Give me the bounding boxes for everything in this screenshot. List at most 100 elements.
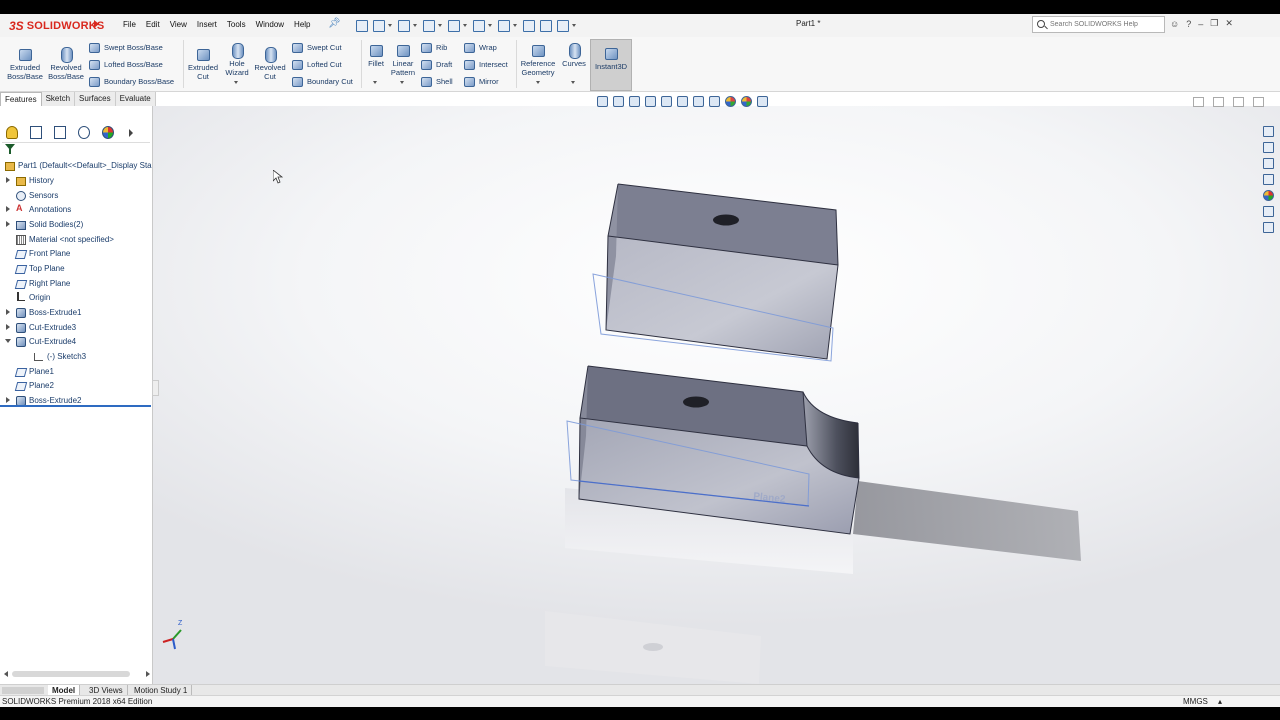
mirror-button[interactable]: Mirror [463, 75, 499, 87]
zoom-to-area-icon[interactable] [612, 95, 624, 107]
view-orientation-icon[interactable] [676, 95, 688, 107]
reference-geometry-button[interactable]: Reference Geometry [518, 41, 558, 77]
expand-arrow-icon[interactable] [4, 205, 12, 213]
extruded-cut-button[interactable]: Extruded Cut [184, 45, 222, 81]
forum-icon[interactable] [1262, 221, 1275, 234]
appearances-scenes-icon[interactable] [1262, 189, 1275, 202]
boundary-cut-button[interactable]: Boundary Cut [291, 75, 353, 87]
hole-wizard-button[interactable]: Hole Wizard [222, 41, 252, 77]
display-manager-icon[interactable] [98, 124, 116, 140]
revolved-boss-button[interactable]: Revolved Boss/Base [46, 45, 86, 81]
doc-minimize-icon[interactable] [1233, 97, 1244, 107]
custom-properties-icon[interactable] [1262, 205, 1275, 218]
tree-item-sketch3[interactable]: (-) Sketch3 [22, 349, 86, 363]
new-dropdown-icon[interactable] [388, 18, 393, 32]
undo-dropdown-icon[interactable] [488, 18, 493, 32]
file-explorer-icon[interactable] [1262, 157, 1275, 170]
print-dropdown-icon[interactable] [463, 18, 468, 32]
menu-window[interactable]: Window [251, 19, 289, 31]
tree-item-boss-extrude1[interactable]: Boss-Extrude1 [4, 305, 81, 319]
tree-item-material[interactable]: Material <not specified> [4, 232, 114, 246]
view-settings-icon[interactable] [756, 95, 768, 107]
tree-item-solid-bodies[interactable]: Solid Bodies(2) [4, 217, 83, 231]
tree-item-top-plane[interactable]: Top Plane [4, 261, 65, 275]
hole-wizard-dropdown-icon[interactable] [234, 81, 238, 84]
view-palette-icon[interactable] [1262, 173, 1275, 186]
curves-dropdown-icon[interactable] [571, 81, 575, 84]
linear-pattern-dropdown-icon[interactable] [400, 81, 404, 84]
dynamic-annotation-icon[interactable] [660, 95, 672, 107]
previous-view-icon[interactable] [628, 95, 640, 107]
doc-tile-icon[interactable] [1193, 97, 1204, 107]
boundary-boss-button[interactable]: Boundary Boss/Base [88, 75, 174, 87]
open-dropdown-icon[interactable] [413, 18, 418, 32]
help-icon[interactable]: ? [1186, 19, 1191, 29]
tree-item-plane2[interactable]: Plane2 [4, 378, 54, 392]
menu-insert[interactable]: Insert [192, 19, 222, 31]
fillet-button[interactable]: Fillet [363, 41, 389, 69]
select-dropdown-icon[interactable] [513, 18, 518, 32]
dimxpert-manager-icon[interactable] [74, 124, 92, 140]
reference-geometry-dropdown-icon[interactable] [536, 81, 540, 84]
open-icon[interactable] [396, 18, 410, 32]
display-style-icon[interactable] [692, 95, 704, 107]
select-icon[interactable] [496, 18, 510, 32]
property-manager-icon[interactable] [26, 124, 44, 140]
tree-item-history[interactable]: History [4, 173, 54, 187]
save-dropdown-icon[interactable] [438, 18, 443, 32]
edit-appearance-icon[interactable] [724, 95, 736, 107]
solidworks-resources-icon[interactable] [1262, 125, 1275, 138]
hide-show-items-icon[interactable] [708, 95, 720, 107]
file-properties-icon[interactable] [538, 18, 552, 32]
expand-tabs-chevron-icon[interactable] [122, 124, 140, 140]
tree-item-right-plane[interactable]: Right Plane [4, 276, 70, 290]
lofted-boss-button[interactable]: Lofted Boss/Base [88, 58, 163, 70]
scroll-left-arrow-icon[interactable] [4, 671, 8, 677]
menu-tools[interactable]: Tools [222, 19, 251, 31]
menu-file[interactable]: File [118, 19, 141, 31]
model-viewport[interactable]: Plane2 Z [153, 106, 1280, 684]
tab-surfaces[interactable]: Surfaces [75, 92, 116, 106]
print-icon[interactable] [446, 18, 460, 32]
apply-scene-icon[interactable] [740, 95, 752, 107]
help-search-box[interactable] [1032, 16, 1165, 33]
feature-tree-horizontal-scrollbar[interactable] [4, 669, 150, 679]
extruded-boss-button[interactable]: Extruded Boss/Base [4, 45, 46, 81]
home-icon[interactable] [354, 18, 368, 32]
menu-help[interactable]: Help [289, 19, 315, 31]
solidworks-logo[interactable]: 3S SOLIDWORKS [9, 17, 104, 35]
unit-system-selector[interactable]: MMGS [1183, 697, 1208, 706]
tree-item-cut-extrude3[interactable]: Cut-Extrude3 [4, 320, 76, 334]
linear-pattern-button[interactable]: Linear Pattern [389, 41, 417, 77]
tab-evaluate[interactable]: Evaluate [115, 92, 156, 106]
design-library-icon[interactable] [1262, 141, 1275, 154]
restore-icon[interactable]: ❐ [1210, 18, 1218, 29]
section-view-icon[interactable] [644, 95, 656, 107]
intersect-button[interactable]: Intersect [463, 58, 508, 70]
zoom-to-fit-icon[interactable] [596, 95, 608, 107]
menu-edit[interactable]: Edit [141, 19, 165, 31]
help-search-input[interactable] [1050, 21, 1160, 28]
close-icon[interactable]: ✕ [1225, 18, 1233, 29]
units-dropdown-icon[interactable]: ▴ [1218, 697, 1222, 706]
tree-item-annotations[interactable]: Annotations [4, 202, 71, 216]
menu-view[interactable]: View [165, 19, 192, 31]
instant3d-button[interactable]: Instant3D [590, 39, 632, 91]
expand-arrow-icon[interactable] [4, 176, 12, 184]
expand-arrow-icon[interactable] [4, 220, 12, 228]
pin-menu-icon[interactable]: 📌︎ [328, 18, 341, 29]
configuration-manager-icon[interactable] [50, 124, 68, 140]
rebuild-icon[interactable] [521, 18, 535, 32]
tree-item-cut-extrude4[interactable]: Cut-Extrude4 [4, 334, 76, 348]
shell-button[interactable]: Shell [420, 75, 453, 87]
scroll-right-arrow-icon[interactable] [146, 671, 150, 677]
scroll-thumb[interactable] [12, 671, 130, 677]
expand-arrow-icon[interactable] [4, 323, 12, 331]
tab-features[interactable]: Features [0, 92, 42, 106]
featuremanager-tree-icon[interactable] [2, 124, 20, 140]
rollback-bar[interactable] [0, 405, 151, 407]
user-icon[interactable]: ☺︎ [1170, 19, 1179, 29]
swept-boss-button[interactable]: Swept Boss/Base [88, 41, 163, 53]
tree-item-plane1[interactable]: Plane1 [4, 364, 54, 378]
wrap-button[interactable]: Wrap [463, 41, 497, 53]
